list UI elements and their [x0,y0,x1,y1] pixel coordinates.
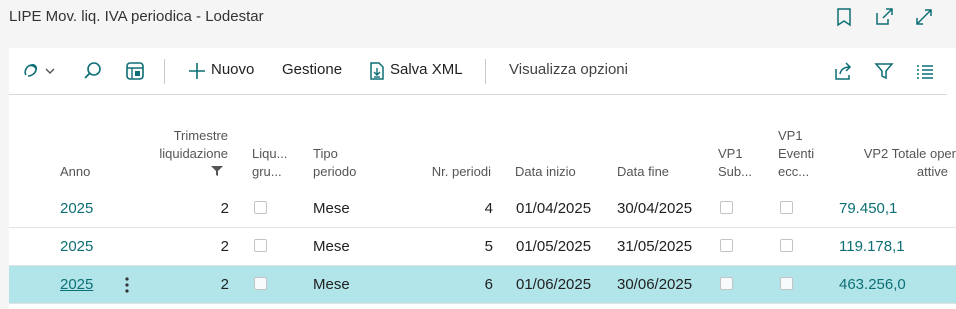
table-row[interactable]: 2025 2 Mese 5 01/05/2025 31/05/2025 119.… [9,228,956,266]
open-new-window-icon[interactable] [873,6,893,28]
new-button[interactable]: Nuovo [211,61,254,78]
column-header-tipo[interactable]: Tipo periodo [313,145,356,181]
cell-nr-periodi: 5 [484,238,493,255]
cell-data-fine: 30/04/2025 [617,200,693,217]
cell-anno[interactable]: 2025 [60,200,93,217]
column-header-data-inizio[interactable]: Data inizio [515,163,576,181]
checkbox-vp1-eventi [780,277,793,290]
search-icon[interactable] [82,60,104,87]
cell-tipo-periodo: Mese [313,276,350,293]
cell-data-inizio: 01/05/2025 [516,238,592,255]
cell-nr-periodi: 6 [484,276,493,293]
expand-icon[interactable] [913,6,933,28]
checkbox-vp1-sub [720,277,733,290]
action-bar: Nuovo Gestione Salva XML Visualizza opzi… [9,48,947,95]
toolbar-separator [485,59,486,84]
row-actions-icon[interactable] [123,276,131,299]
share-icon[interactable] [832,60,854,87]
column-header-trimestre[interactable]: Trimestre liquidazione [149,127,228,163]
list-view-icon[interactable] [914,60,936,87]
checkbox-vp1-sub [720,239,733,252]
column-header-line: Liqu... [252,146,288,161]
bookmark-icon[interactable] [835,6,855,28]
cell-anno[interactable]: 2025 [60,238,93,255]
column-header-anno[interactable]: Anno [60,163,90,181]
cell-data-inizio: 01/06/2025 [516,276,592,293]
save-xml-button[interactable]: Salva XML [390,61,463,78]
checkbox-vp1-eventi [780,201,793,214]
column-header-line: liquidazione [159,146,228,161]
plus-icon[interactable] [187,60,207,87]
cell-data-inizio: 01/04/2025 [516,200,592,217]
analysis-mode-icon[interactable] [124,60,146,87]
list-panel: Nuovo Gestione Salva XML Visualizza opzi… [9,48,956,309]
filter-applied-icon [210,164,224,182]
column-header-vp2[interactable]: VP2 Totale oper attive [845,145,956,181]
copilot-icon[interactable] [21,60,61,87]
cell-anno[interactable]: 2025 [60,276,93,293]
column-header-line: Tipo [313,146,338,161]
view-options-button[interactable]: Visualizza opzioni [509,61,628,78]
column-header-line: gru... [252,164,282,179]
checkbox-vp1-eventi [780,239,793,252]
cell-trimestre: 2 [220,276,229,293]
column-header-liqu[interactable]: Liqu... gru... [252,145,287,181]
checkbox-liqu-gruppo [254,277,267,290]
filter-icon[interactable] [873,60,895,87]
page-title: LIPE Mov. liq. IVA periodica - Lodestar [9,8,264,25]
cell-trimestre: 2 [220,238,229,255]
save-file-icon[interactable] [368,60,386,87]
column-header-line: Trimestre [173,128,228,143]
checkbox-liqu-gruppo [254,201,267,214]
column-header-vp1-eventi[interactable]: VP1 Eventi ecc... [778,127,814,181]
column-header-nr-periodi[interactable]: Nr. periodi [409,163,491,181]
table-row-selected[interactable]: 2025 2 Mese 6 01/06/2025 30/06/2025 463.… [9,266,956,304]
cell-nr-periodi: 4 [484,200,493,217]
column-header-line: periodo [313,164,357,179]
column-header-line: VP1 [718,146,743,161]
cell-trimestre: 2 [220,200,229,217]
manage-menu-button[interactable]: Gestione [282,61,342,78]
table-row[interactable]: 2025 2 Mese 4 01/04/2025 30/04/2025 79.4… [9,190,956,228]
cell-vp2[interactable]: 79.450,1 [839,200,956,217]
column-header-line: VP2 Totale oper [863,146,956,161]
cell-vp2[interactable]: 119.178,1 [839,238,956,255]
column-header-line: Sub... [718,164,752,179]
column-header-data-fine[interactable]: Data fine [617,163,669,181]
column-header-line: attive [916,164,948,179]
cell-tipo-periodo: Mese [313,238,350,255]
toolbar-separator [164,59,165,84]
checkbox-vp1-sub [720,201,733,214]
cell-data-fine: 30/06/2025 [617,276,693,293]
title-bar: LIPE Mov. liq. IVA periodica - Lodestar [0,0,956,48]
checkbox-liqu-gruppo [254,239,267,252]
column-header-vp1-sub[interactable]: VP1 Sub... [718,145,752,181]
column-header-line: ecc... [778,164,810,179]
column-header-line: Eventi [778,146,815,161]
cell-data-fine: 31/05/2025 [617,238,693,255]
cell-tipo-periodo: Mese [313,200,350,217]
column-header-line: VP1 [778,128,803,143]
cell-vp2[interactable]: 463.256,0 [839,276,956,293]
